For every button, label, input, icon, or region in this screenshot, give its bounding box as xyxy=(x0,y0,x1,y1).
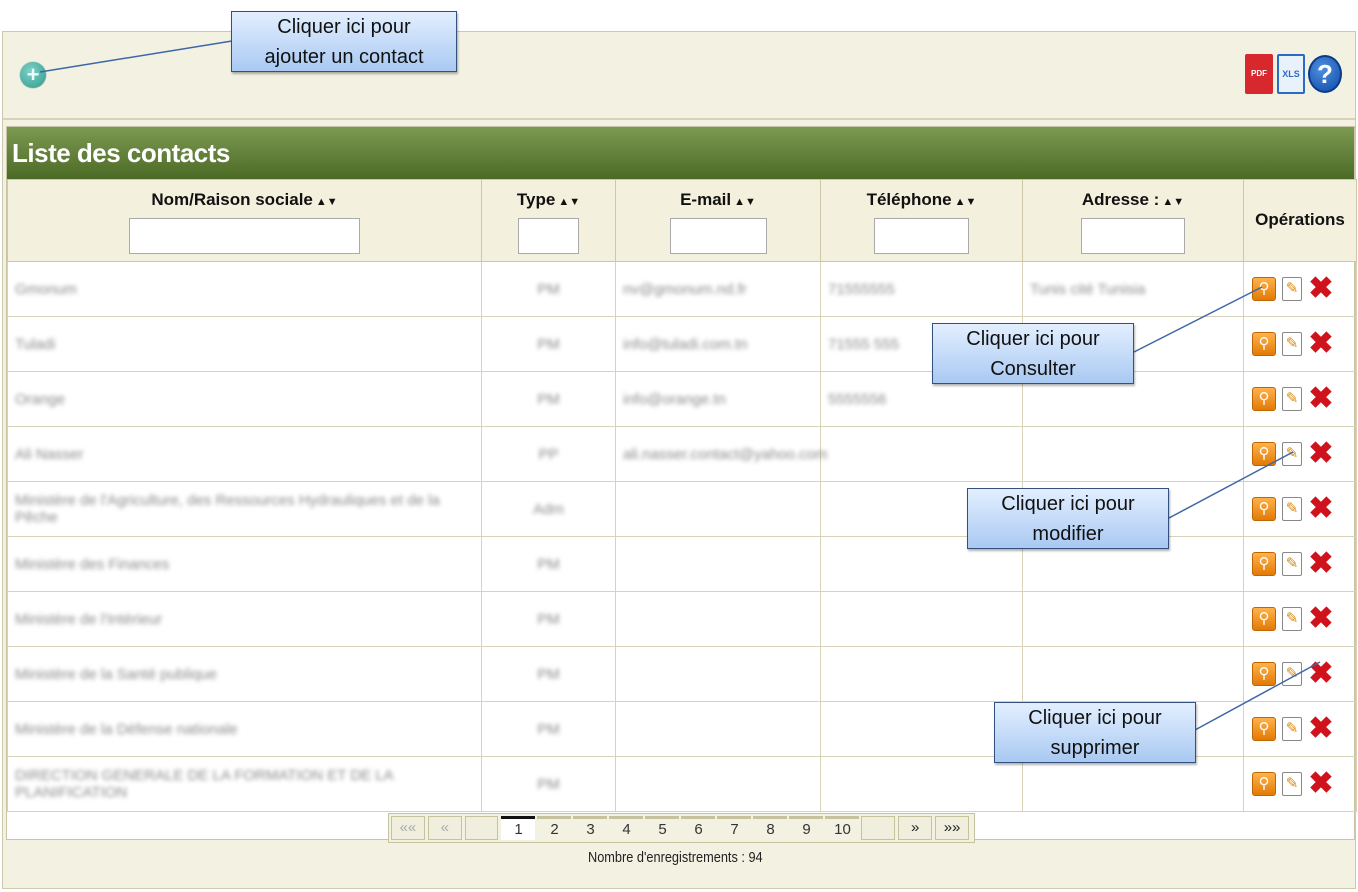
connector-delete xyxy=(1194,661,1321,731)
connector-add xyxy=(39,40,233,73)
connector-view xyxy=(1133,286,1263,353)
callout-line: Cliquer ici pour xyxy=(277,16,411,38)
callout-line: Cliquer ici pour xyxy=(1028,707,1162,729)
callout-line: ajouter un contact xyxy=(264,46,424,68)
callout-line: Cliquer ici pour xyxy=(1001,493,1135,515)
callout-line: Cliquer ici pour xyxy=(966,328,1100,350)
connector-edit xyxy=(1168,451,1294,519)
callout-add-contact: Cliquer ici pour ajouter un contact xyxy=(231,11,457,72)
callout-line: supprimer xyxy=(1050,737,1140,759)
callout-delete: Cliquer ici pour supprimer xyxy=(994,702,1196,763)
callout-consult: Cliquer ici pour Consulter xyxy=(932,323,1134,384)
callout-line: modifier xyxy=(1032,523,1104,545)
callout-modify: Cliquer ici pour modifier xyxy=(967,488,1169,549)
callout-line: Consulter xyxy=(990,358,1076,380)
